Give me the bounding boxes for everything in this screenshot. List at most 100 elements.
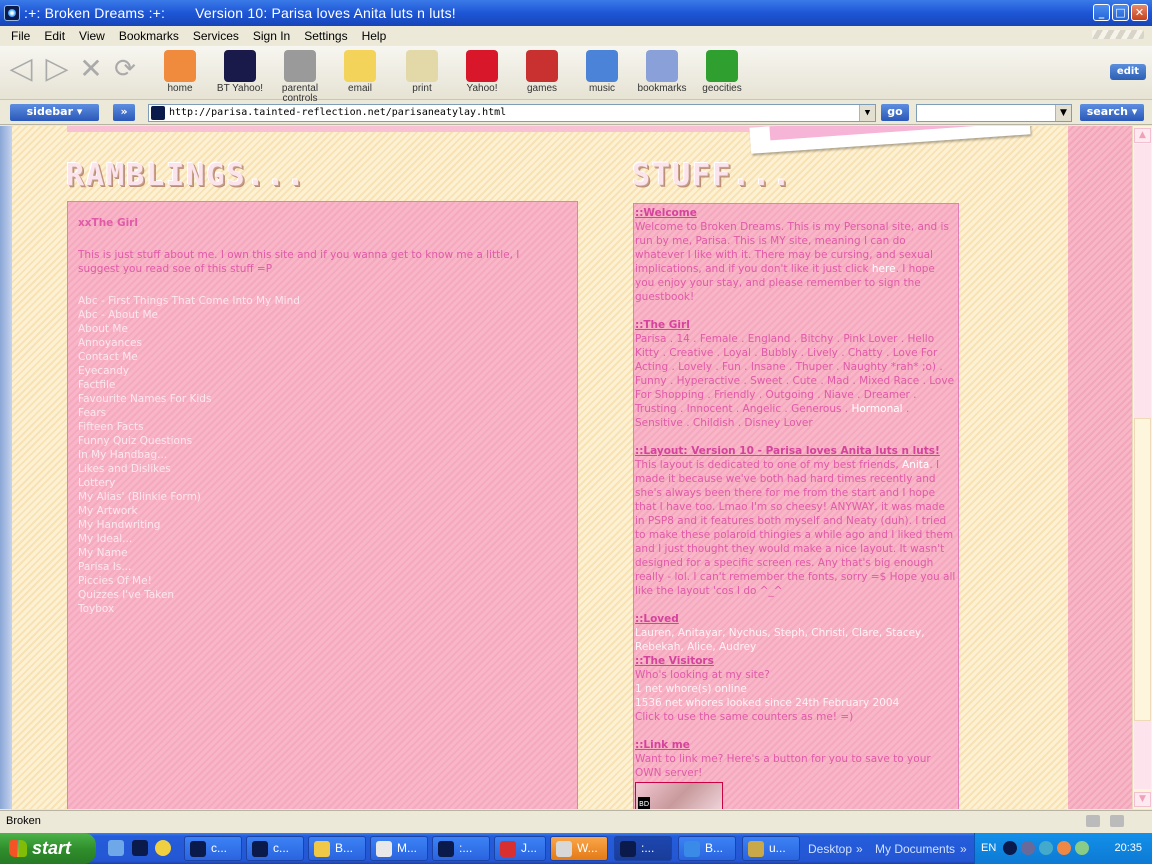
tray-bt-icon[interactable] [1003,841,1017,855]
start-button[interactable]: start [0,833,96,864]
menu-settings[interactable]: Settings [297,29,354,43]
search-input[interactable]: ▼ [916,104,1072,122]
ramblings-link[interactable]: Eyecandy [78,364,567,378]
ramblings-link[interactable]: Factfile [78,378,567,392]
toolbar-email-button[interactable]: email [330,50,390,94]
scrollbar-thumb[interactable] [1134,418,1151,721]
toolbar-parental-controls-button[interactable]: parental controls [270,50,330,104]
ramblings-link[interactable]: Funny Quiz Questions [78,434,567,448]
my-documents-toolbar[interactable]: My Documents [875,842,955,856]
link-me-heading[interactable]: ::Link me [635,738,957,752]
vertical-scrollbar[interactable]: ▲ ▼ [1132,126,1152,809]
ramblings-link[interactable]: Toybox [78,602,567,616]
anita-link[interactable]: Anita [902,459,929,471]
ramblings-link[interactable]: Fifteen Facts [78,420,567,434]
menu-view[interactable]: View [72,29,112,43]
quicklaunch-bt-icon[interactable] [132,840,148,856]
minimize-button[interactable]: _ [1093,4,1110,21]
girl-heading[interactable]: ::The Girl [635,318,957,332]
taskbar-button[interactable]: B... [308,836,366,861]
desktop-toolbar[interactable]: Desktop [808,842,852,856]
ramblings-link[interactable]: In My Handbag... [78,448,567,462]
tray-network-icon[interactable] [1039,841,1053,855]
task-label: c... [211,841,228,855]
toolbar-bt-yahoo-button[interactable]: BT Yahoo! [210,50,270,94]
reload-button[interactable]: ⟳ [110,52,140,86]
close-button[interactable]: ✕ [1131,4,1148,21]
ramblings-link[interactable]: My Artwork [78,504,567,518]
ramblings-link[interactable]: My Handwriting [78,518,567,532]
loved-list[interactable]: Lauren, Anitayar, Nychus, Steph, Christi… [635,626,957,654]
app-icon[interactable] [4,5,20,21]
maximize-button[interactable]: □ [1112,4,1129,21]
ramblings-link[interactable]: Fears [78,406,567,420]
sidebar-button[interactable]: sidebar ▾ [10,104,99,121]
scroll-up-icon[interactable]: ▲ [1134,128,1151,143]
visitors-heading[interactable]: ::The Visitors [635,654,957,668]
ramblings-link[interactable]: My Ideal... [78,532,567,546]
link-button-image[interactable]: BD [635,782,723,809]
menu-edit[interactable]: Edit [37,29,72,43]
language-indicator[interactable]: EN [981,842,996,854]
popup-blocker-icon[interactable] [1110,815,1124,827]
taskbar-button[interactable]: c... [246,836,304,861]
url-input[interactable]: http://parisa.tainted-reflection.net/par… [148,104,876,122]
toolbar-bookmarks-button[interactable]: bookmarks [632,50,692,94]
ramblings-link[interactable]: Annoyances [78,336,567,350]
here-link[interactable]: here [872,263,896,275]
taskbar-button[interactable]: W... [550,836,608,861]
toolbar-geocities-button[interactable]: geocities [692,50,752,94]
search-button[interactable]: search ▾ [1080,104,1144,121]
taskbar-button[interactable]: u... [742,836,800,861]
stop-button[interactable]: ✕ [76,52,106,86]
ramblings-link[interactable]: About Me [78,322,567,336]
menu-sign-in[interactable]: Sign In [246,29,297,43]
url-dropdown-icon[interactable]: ▼ [859,105,875,121]
ramblings-link[interactable]: Abc - First Things That Come Into My Min… [78,294,567,308]
taskbar-button[interactable]: c... [184,836,242,861]
loved-heading[interactable]: ::Loved [635,612,957,626]
ramblings-link[interactable]: My Alias' (Blinkie Form) [78,490,567,504]
toolbar-yahoo-button[interactable]: Yahoo! [452,50,512,94]
ramblings-link[interactable]: Piccies Of Me! [78,574,567,588]
ramblings-link[interactable]: My Name [78,546,567,560]
quicklaunch-media-icon[interactable] [155,840,171,856]
forward-button[interactable]: ▷ [42,52,72,86]
go-button[interactable]: go [881,104,909,121]
menu-help[interactable]: Help [355,29,394,43]
ramblings-link[interactable]: Contact Me [78,350,567,364]
quicklaunch-ie-icon[interactable] [108,840,124,856]
menu-bookmarks[interactable]: Bookmarks [112,29,186,43]
ramblings-link[interactable]: Quizzes I've Taken [78,588,567,602]
ramblings-link[interactable]: Lottery [78,476,567,490]
search-dropdown-icon[interactable]: ▼ [1055,105,1071,121]
taskbar-button[interactable]: M... [370,836,428,861]
ramblings-link[interactable]: Favourite Names For Kids [78,392,567,406]
menu-file[interactable]: File [4,29,37,43]
toolbar-home-button[interactable]: home [150,50,210,94]
taskbar-button[interactable]: J... [494,836,546,861]
scroll-down-icon[interactable]: ▼ [1134,792,1151,807]
ramblings-link[interactable]: Abc - About Me [78,308,567,322]
more-button[interactable]: » [113,104,135,121]
status-bar: Broken [0,810,1152,832]
toolbar-games-button[interactable]: games [512,50,572,94]
welcome-heading[interactable]: ::Welcome [635,206,957,220]
tray-antivirus-icon[interactable] [1057,841,1071,855]
tray-app-icon[interactable] [1075,841,1089,855]
layout-heading[interactable]: ::Layout: Version 10 - Parisa loves Anit… [635,444,957,458]
toolbar-music-button[interactable]: music [572,50,632,94]
menu-services[interactable]: Services [186,29,246,43]
taskbar-button[interactable]: B... [678,836,736,861]
tray-speaker-icon[interactable] [1021,841,1035,855]
edit-button[interactable]: edit [1110,64,1146,80]
stuff-panel: ::Welcome Welcome to Broken Dreams. This… [633,203,959,809]
back-button[interactable]: ◁ [6,52,36,86]
taskbar-button[interactable]: :... [432,836,490,861]
counter-link[interactable]: Click to use the same counters as me! =) [635,710,957,724]
ramblings-link[interactable]: Parisa Is... [78,560,567,574]
windows-logo-icon [9,840,27,857]
toolbar-print-button[interactable]: print [392,50,452,94]
taskbar-button[interactable]: :... [614,836,672,861]
ramblings-link[interactable]: Likes and Dislikes [78,462,567,476]
